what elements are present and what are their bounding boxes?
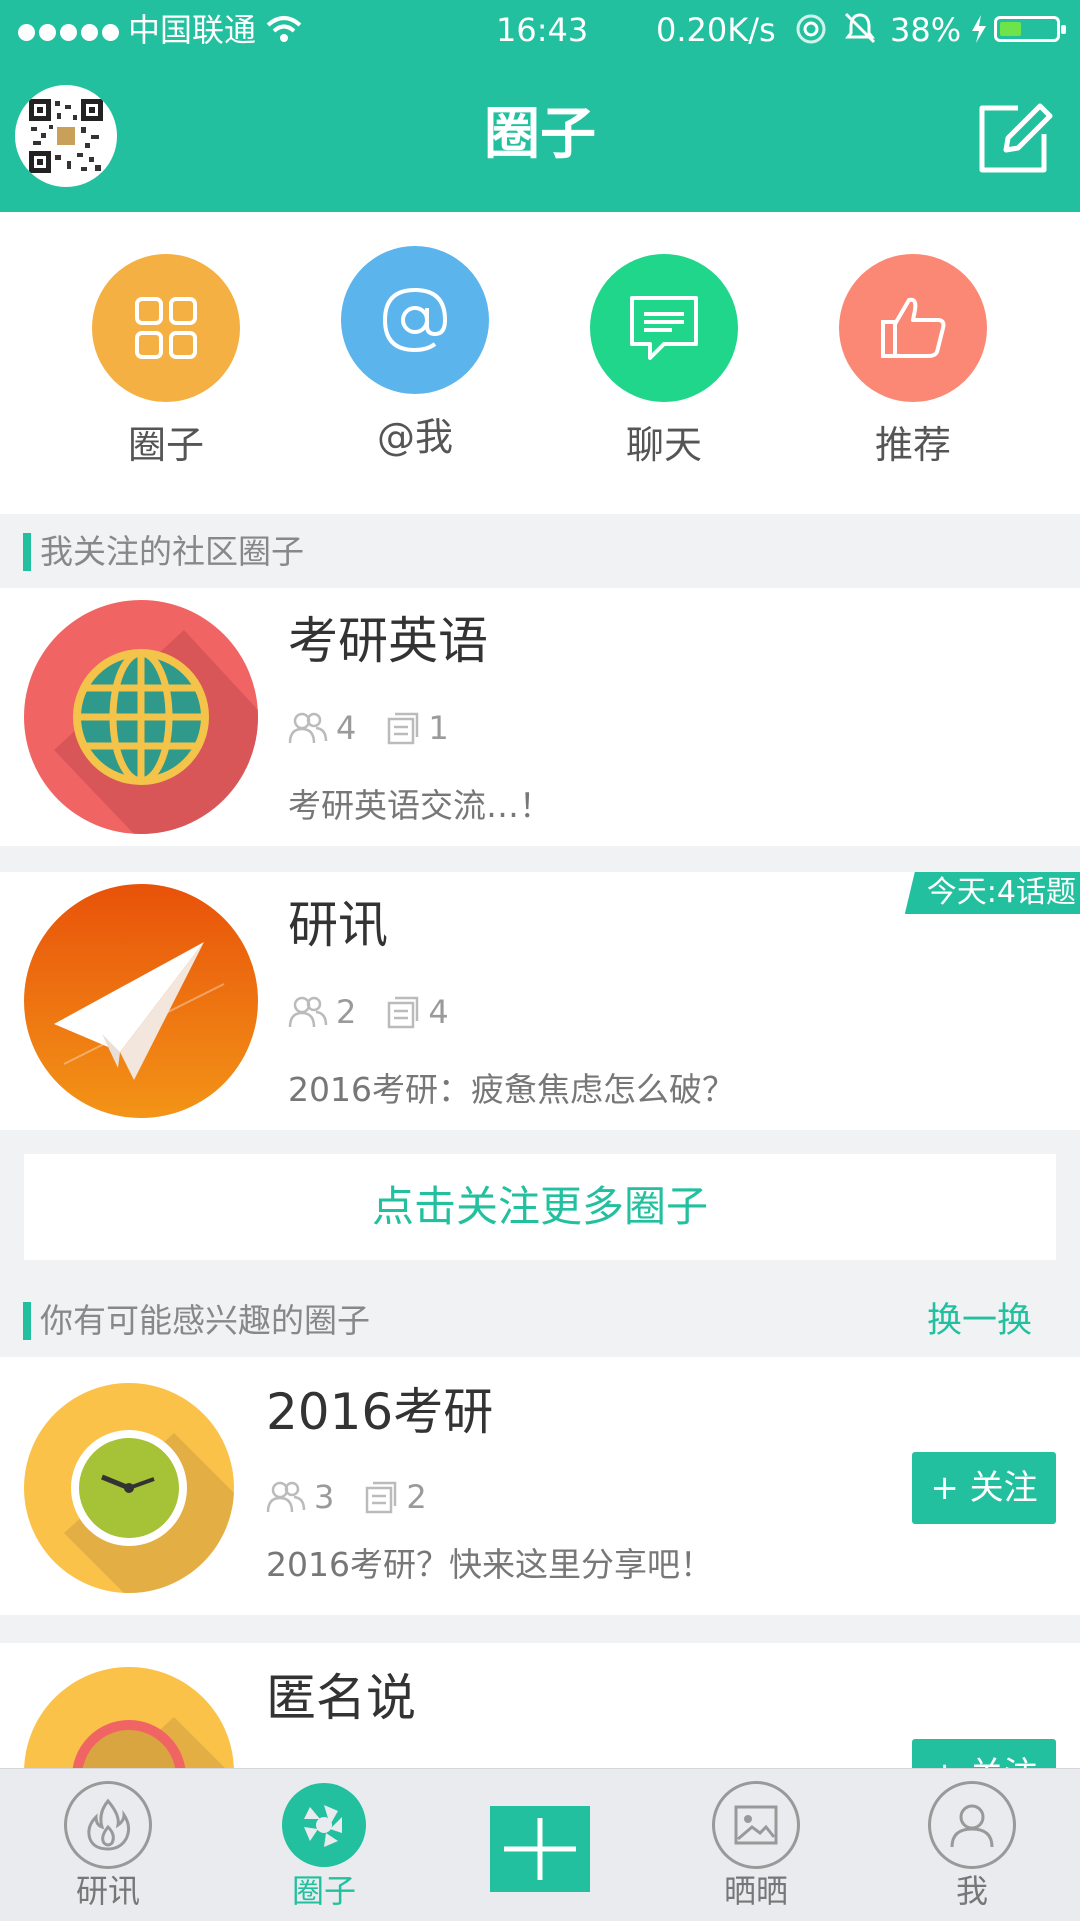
paper-plane-icon bbox=[54, 942, 225, 1080]
member-count: 4 bbox=[336, 709, 357, 747]
circle-desc: 考研英语交流…！ bbox=[288, 786, 552, 825]
network-speed: 0.20K/s bbox=[656, 11, 776, 49]
battery-percent: 38% bbox=[890, 11, 962, 49]
circle-desc: 2016考研：疲惫焦虑怎么破？ bbox=[288, 1070, 735, 1109]
post-count: 2 bbox=[406, 1478, 427, 1516]
mask-icon bbox=[72, 1717, 225, 1768]
status-time: 16:43 bbox=[496, 11, 589, 49]
circle-name: 2016考研 bbox=[266, 1383, 494, 1441]
today-topics-badge: 今天:4话题 bbox=[904, 872, 1080, 914]
tab-me[interactable]: 我 bbox=[892, 1769, 1052, 1921]
circle-stats: 3 2 bbox=[266, 1477, 457, 1517]
section-title: 我关注的社区圈子 bbox=[40, 532, 304, 571]
list-item[interactable]: 今天:4话题 研讯 2 4 2016考研：疲惫焦虑怎么破？ bbox=[0, 872, 1080, 1130]
quick-action-label: @我 bbox=[376, 415, 453, 459]
signal-strength-icon bbox=[18, 8, 123, 52]
tab-bar: 研讯 圈子 晒晒 我 bbox=[0, 1768, 1080, 1921]
section-title: 你有可能感兴趣的圈子 bbox=[40, 1301, 370, 1340]
post-count: 4 bbox=[428, 993, 449, 1031]
follow-more-button[interactable]: 点击关注更多圈子 bbox=[24, 1154, 1056, 1260]
globe-icon bbox=[54, 630, 258, 834]
circle-stats: 2 4 bbox=[288, 992, 479, 1032]
circle-name: 匿名说 bbox=[266, 1669, 416, 1727]
quick-action-recommend[interactable]: 推荐 bbox=[813, 254, 1013, 468]
section-marker bbox=[23, 533, 31, 571]
circles-button[interactable] bbox=[92, 254, 240, 402]
tab-circles[interactable]: 圈子 bbox=[244, 1769, 404, 1921]
members-icon bbox=[288, 712, 328, 744]
tab-label: 研讯 bbox=[75, 1872, 140, 1910]
user-icon-wrap bbox=[928, 1781, 1016, 1869]
section-marker bbox=[23, 1302, 31, 1340]
top-bar: 中国联通 16:43 0.20K/s 38% 圈子 bbox=[0, 0, 1080, 212]
posts-icon bbox=[366, 1481, 397, 1514]
user-icon bbox=[950, 1804, 994, 1848]
posts-icon bbox=[388, 712, 419, 745]
flame-icon bbox=[87, 1798, 131, 1851]
post-count: 1 bbox=[428, 709, 449, 747]
member-count: 3 bbox=[314, 1478, 335, 1516]
charging-bolt-icon bbox=[972, 15, 986, 43]
circle-name: 研讯 bbox=[288, 896, 388, 954]
list-item[interactable]: 匿名说 + 关注 bbox=[0, 1643, 1080, 1768]
image-icon-wrap bbox=[712, 1781, 800, 1869]
aperture-icon bbox=[282, 1783, 366, 1867]
quick-action-label: 圈子 bbox=[127, 423, 204, 467]
members-icon bbox=[288, 996, 328, 1028]
follow-button[interactable]: + 关注 bbox=[912, 1739, 1056, 1768]
quick-action-label: 聊天 bbox=[625, 423, 702, 467]
quick-action-circles[interactable]: 圈子 bbox=[66, 254, 266, 468]
clock-icon bbox=[64, 1430, 234, 1593]
at-icon bbox=[382, 287, 448, 353]
tab-show[interactable]: 晒晒 bbox=[676, 1769, 836, 1921]
list-item[interactable]: 考研英语 4 1 考研英语交流…！ bbox=[0, 588, 1080, 846]
quick-action-chat[interactable]: 聊天 bbox=[564, 254, 764, 468]
quick-action-mentions[interactable]: @我 bbox=[315, 246, 515, 460]
circle-logo bbox=[24, 1383, 234, 1593]
circle-desc: 2016考研？快来这里分享吧！ bbox=[266, 1545, 713, 1584]
chat-button[interactable] bbox=[590, 254, 738, 402]
plus-icon bbox=[504, 1818, 576, 1880]
carrier-name: 中国联通 bbox=[128, 11, 257, 49]
members-icon bbox=[266, 1481, 306, 1513]
aperture-icon-wrap bbox=[280, 1781, 368, 1869]
follow-button[interactable]: + 关注 bbox=[912, 1452, 1056, 1524]
chat-icon bbox=[630, 296, 698, 360]
tab-label: 圈子 bbox=[291, 1872, 356, 1910]
post-button[interactable] bbox=[490, 1806, 590, 1892]
grid-icon bbox=[135, 297, 197, 359]
tab-label: 我 bbox=[955, 1872, 988, 1910]
quick-action-label: 推荐 bbox=[874, 423, 951, 467]
circle-logo bbox=[24, 600, 258, 834]
tab-label: 晒晒 bbox=[723, 1872, 788, 1910]
followed-section-header: 我关注的社区圈子 bbox=[0, 514, 1080, 588]
mentions-button[interactable] bbox=[341, 246, 489, 394]
hotspot-icon bbox=[796, 14, 826, 44]
suggested-section-header: 你有可能感兴趣的圈子 换一换 bbox=[0, 1283, 1080, 1357]
image-icon bbox=[734, 1805, 778, 1845]
circle-logo bbox=[24, 1667, 234, 1768]
list-item[interactable]: 2016考研 3 2 2016考研？快来这里分享吧！ + 关注 bbox=[0, 1357, 1080, 1615]
wifi-icon bbox=[266, 16, 302, 42]
refresh-button[interactable]: 换一换 bbox=[927, 1299, 1032, 1343]
page-title: 圈子 bbox=[484, 102, 596, 167]
member-count: 2 bbox=[336, 993, 357, 1031]
tab-news[interactable]: 研讯 bbox=[28, 1769, 188, 1921]
quick-actions: 圈子 @我 聊天 推荐 bbox=[0, 212, 1080, 514]
circle-name: 考研英语 bbox=[288, 612, 488, 670]
circle-stats: 4 1 bbox=[288, 708, 479, 748]
recommend-button[interactable] bbox=[839, 254, 987, 402]
flame-icon-wrap bbox=[64, 1781, 152, 1869]
thumbs-up-icon bbox=[881, 297, 946, 358]
posts-icon bbox=[388, 996, 419, 1029]
compose-icon[interactable] bbox=[974, 98, 1054, 178]
circle-logo bbox=[24, 884, 258, 1118]
battery-icon bbox=[994, 16, 1066, 42]
mute-bell-icon bbox=[844, 12, 876, 44]
